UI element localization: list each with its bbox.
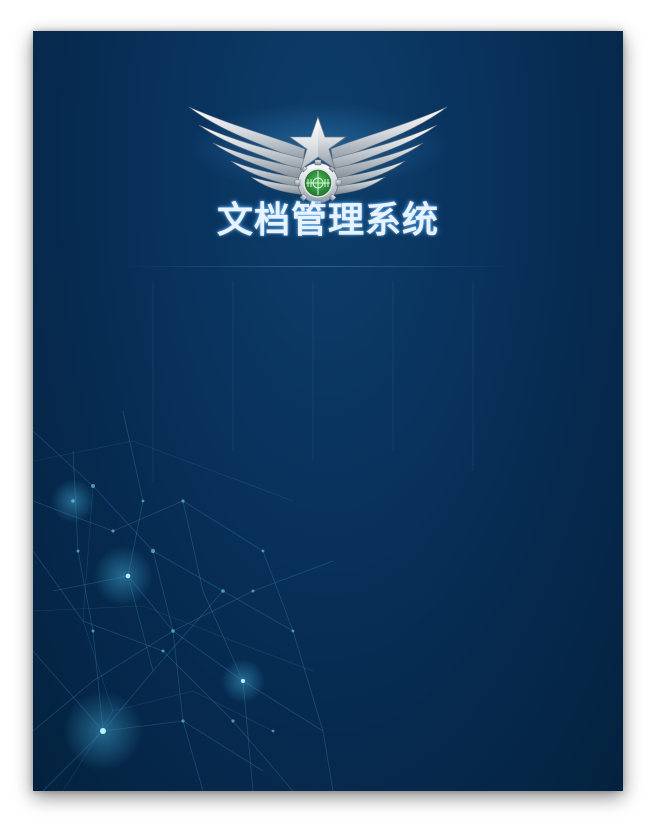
system-title: 文档管理系统 (216, 200, 439, 241)
winged-star-emblem-icon (188, 102, 448, 207)
header-divider (119, 266, 515, 267)
cover-panel: 文档管理系统 (33, 31, 623, 791)
